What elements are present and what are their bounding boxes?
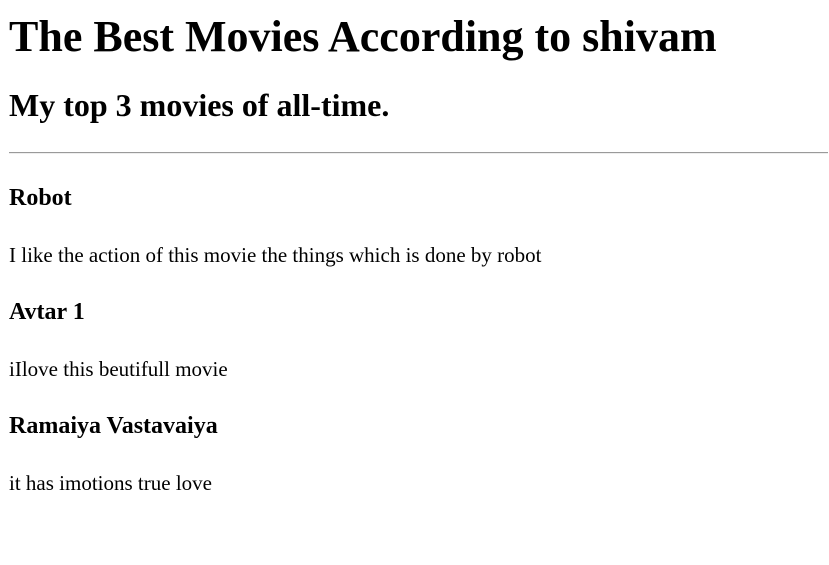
movie-title: Robot [9, 185, 72, 211]
movie-description: it has imotions true love [9, 471, 212, 495]
page-subtitle: My top 3 movies of all-time. [9, 87, 390, 123]
movie-list: Robot I like the action of this movie th… [9, 184, 829, 496]
page: The Best Movies According to shivam My t… [0, 0, 829, 496]
movie-item-avtar-1: Avtar 1 iIlove this beutifull movie [9, 298, 829, 382]
movie-description: iIlove this beutifull movie [9, 357, 228, 381]
divider [9, 152, 828, 154]
movie-item-robot: Robot I like the action of this movie th… [9, 184, 829, 268]
movie-title: Avtar 1 [9, 299, 85, 325]
page-title: The Best Movies According to shivam [9, 12, 717, 61]
movie-item-ramaiya-vastavaiya: Ramaiya Vastavaiya it has imotions true … [9, 412, 829, 496]
movie-title: Ramaiya Vastavaiya [9, 413, 218, 439]
movie-description: I like the action of this movie the thin… [9, 243, 542, 267]
